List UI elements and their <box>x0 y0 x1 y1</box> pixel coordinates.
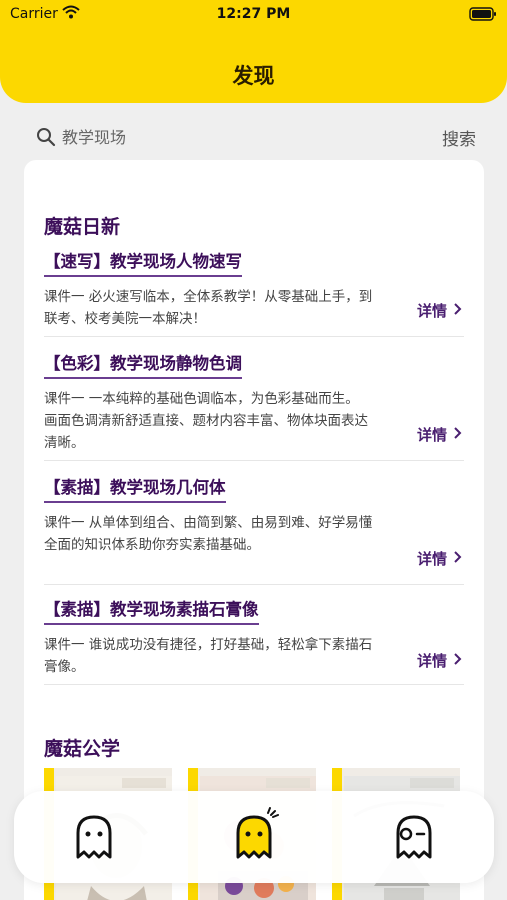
detail-label: 详情 <box>416 550 447 568</box>
detail-link[interactable]: 详情 <box>417 650 462 671</box>
search-bar: 搜索 <box>30 122 490 152</box>
search-icon <box>36 127 56 151</box>
news-item[interactable]: 【色彩】教学现场静物色调 课件一 一本纯粹的基础色调临本，为色彩基础而生。 画面… <box>44 350 464 462</box>
section-title-daily: 魔菇日新 <box>44 216 121 238</box>
news-item[interactable]: 【素描】教学现场几何体 课件一 从单体到组合、由简到繁、由易到难、好学易懂 全面… <box>44 474 464 586</box>
detail-label: 详情 <box>416 652 447 670</box>
chevron-right-icon <box>453 302 462 320</box>
page-title: 发现 <box>232 64 275 88</box>
divider <box>44 584 464 585</box>
content-card: 魔菇日新 【速写】教学现场人物速写 课件一 必火速写临本，全体系教学！从零基础上… <box>24 160 484 900</box>
divider <box>44 460 464 461</box>
news-desc: 课件一 一本纯粹的基础色调临本，为色彩基础而生。 画面色调清新舒适直接、题材内容… <box>44 391 368 451</box>
news-item[interactable]: 【速写】教学现场人物速写 课件一 必火速写临本，全体系教学！从零基础上手，到联考… <box>44 248 464 338</box>
news-desc: 课件一 必火速写临本，全体系教学！从零基础上手，到联考、校考美院一本解决！ <box>44 289 373 327</box>
news-title: 【色彩】教学现场静物色调 <box>44 350 242 379</box>
tab-bar <box>14 791 494 883</box>
divider <box>44 336 464 337</box>
detail-link[interactable]: 详情 <box>417 424 462 445</box>
ghost-wink-icon <box>396 815 432 859</box>
search-input[interactable] <box>62 125 422 149</box>
news-title: 【素描】教学现场几何体 <box>44 474 226 503</box>
battery-icon <box>469 7 497 25</box>
detail-link[interactable]: 详情 <box>417 548 462 569</box>
news-desc: 课件一 从单体到组合、由简到繁、由易到难、好学易懂 全面的知识体系助你夯实素描基… <box>44 515 373 553</box>
news-item[interactable]: 【素描】教学现场素描石膏像 课件一 谁说成功没有捷径，打好基础，轻松拿下素描石膏… <box>44 596 464 688</box>
search-button[interactable]: 搜索 <box>442 125 476 150</box>
status-bar: Carrier 12:27 PM <box>0 0 507 30</box>
divider <box>44 684 464 685</box>
news-desc: 课件一 谁说成功没有捷径，打好基础，轻松拿下素描石膏像。 <box>44 637 373 675</box>
chevron-right-icon <box>453 426 462 444</box>
detail-link[interactable]: 详情 <box>417 300 462 321</box>
tab-ghost-active[interactable] <box>224 807 284 867</box>
detail-label: 详情 <box>416 302 447 320</box>
header: Carrier 12:27 PM 发现 <box>0 0 507 103</box>
news-title: 【素描】教学现场素描石膏像 <box>44 596 259 625</box>
tab-ghost[interactable] <box>64 807 124 867</box>
ghost-icon <box>76 815 112 859</box>
ghost-active-icon <box>236 807 279 859</box>
chevron-right-icon <box>453 652 462 670</box>
tab-ghost-wink[interactable] <box>384 807 444 867</box>
news-title: 【速写】教学现场人物速写 <box>44 248 242 277</box>
chevron-right-icon <box>453 550 462 568</box>
section-title-public: 魔菇公学 <box>44 738 121 760</box>
status-time: 12:27 PM <box>216 6 291 22</box>
detail-label: 详情 <box>416 426 447 444</box>
